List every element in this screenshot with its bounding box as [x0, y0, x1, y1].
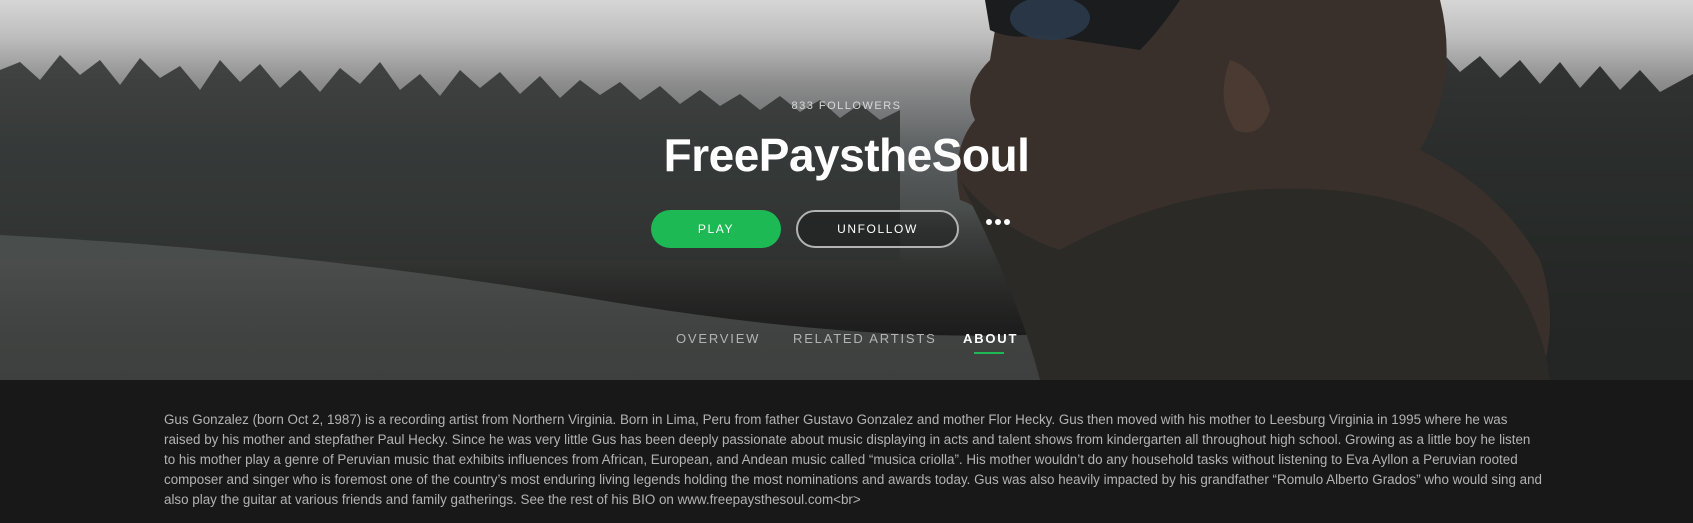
bio-text: Gus Gonzalez (born Oct 2, 1987) is a rec… — [164, 412, 1542, 507]
followers-count: 833 FOLLOWERS — [791, 100, 902, 112]
play-button[interactable]: PLAY — [651, 210, 781, 248]
artist-bio: Gus Gonzalez (born Oct 2, 1987) is a rec… — [164, 410, 1544, 510]
tab-about[interactable]: ABOUT — [963, 331, 1018, 346]
artist-header-image: 833 FOLLOWERS FreePaystheSoul PLAY UNFOL… — [0, 0, 1693, 380]
unfollow-button[interactable]: UNFOLLOW — [796, 210, 959, 248]
tab-overview[interactable]: OVERVIEW — [676, 331, 760, 346]
artist-tabs: OVERVIEW RELATED ARTISTS ABOUT — [0, 331, 1693, 361]
artist-header: 833 FOLLOWERS FreePaystheSoul PLAY UNFOL… — [0, 0, 1693, 380]
active-tab-indicator — [974, 352, 1004, 354]
tab-related-artists[interactable]: RELATED ARTISTS — [793, 331, 937, 346]
more-options-dots — [986, 219, 1010, 225]
artist-name: FreePaystheSoul — [663, 129, 1030, 181]
more-options-icon[interactable] — [985, 218, 1015, 242]
